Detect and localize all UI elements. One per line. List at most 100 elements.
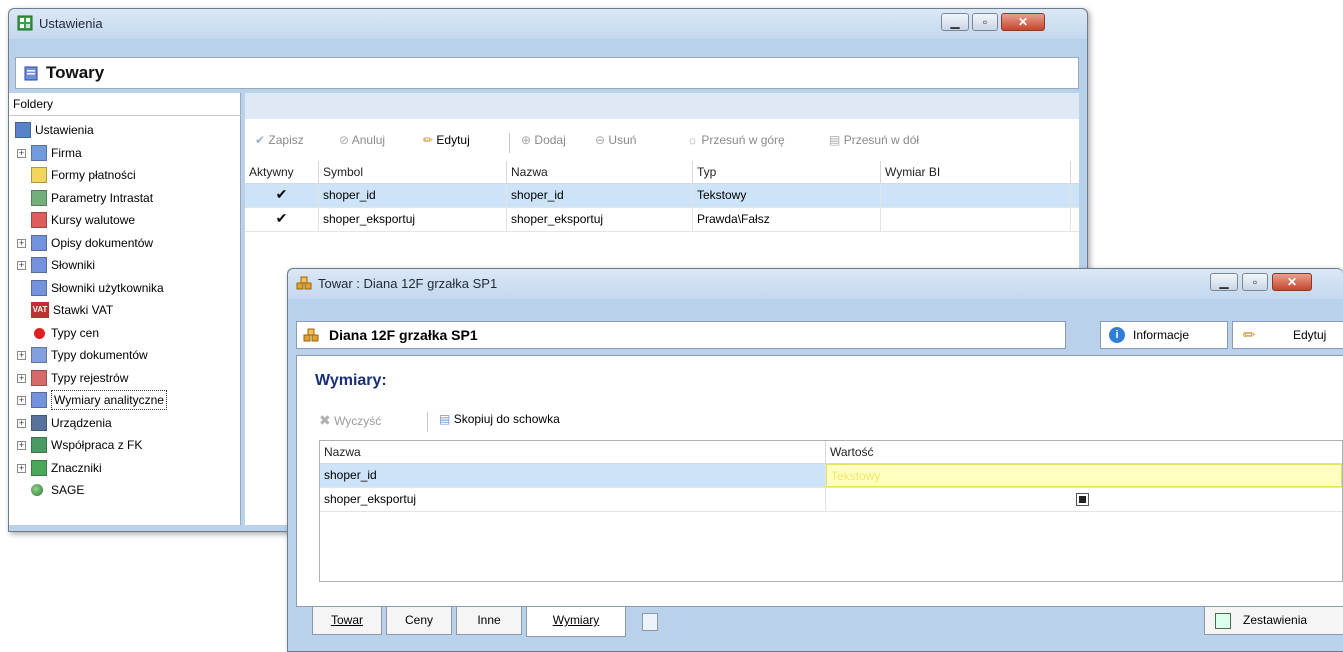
expand-icon[interactable]: +: [17, 373, 26, 383]
maximize-button[interactable]: ▫: [1242, 273, 1268, 291]
bi-cell[interactable]: [881, 184, 1071, 207]
expand-icon[interactable]: +: [17, 238, 26, 248]
expand-icon[interactable]: +: [17, 148, 26, 158]
tab-ceny[interactable]: Ceny: [386, 607, 452, 635]
move-down-icon: ▤: [829, 133, 841, 147]
column-header-name[interactable]: Nazwa: [320, 441, 826, 463]
expand-icon[interactable]: +: [17, 261, 26, 270]
value-cell[interactable]: [826, 488, 1342, 511]
column-header-type[interactable]: Typ: [693, 161, 881, 183]
sage-icon: [31, 484, 43, 496]
tab-inne[interactable]: Inne: [456, 607, 522, 635]
type-cell[interactable]: Prawda\Fałsz: [693, 208, 881, 231]
edit-button[interactable]: ✏ Edytuj: [1232, 321, 1343, 349]
tree-item-ustawienia[interactable]: Ustawienia: [9, 119, 237, 141]
document-icon: [31, 392, 47, 408]
fk-icon: [31, 437, 47, 453]
column-header-active[interactable]: Aktywny: [245, 161, 319, 183]
tree-item-opisy-dokumentów[interactable]: + Opisy dokumentów: [9, 232, 237, 254]
minimize-button[interactable]: ▁: [1210, 273, 1238, 291]
column-header-bi[interactable]: Wymiar BI: [881, 161, 1071, 183]
tree-item-słowniki[interactable]: + Słowniki: [9, 254, 237, 276]
value-cell[interactable]: Tekstowy: [826, 464, 1342, 487]
tree-item-wymiary-analityczne[interactable]: + Wymiary analityczne: [9, 389, 237, 411]
tags-icon: [31, 459, 47, 476]
tree-item-parametry-intrastat[interactable]: Parametry Intrastat: [9, 187, 237, 209]
expand-icon[interactable]: +: [17, 441, 26, 450]
column-header-symbol[interactable]: Symbol: [319, 161, 507, 183]
settings-titlebar[interactable]: Ustawienia ▁ ▫ ✕: [9, 9, 1087, 39]
table-row[interactable]: ✔ shoper_eksportuj shoper_eksportuj Praw…: [245, 208, 1079, 232]
active-checkbox[interactable]: ✔: [275, 187, 288, 202]
product-boxes-icon: [303, 328, 319, 342]
tree-item-kursy-walutowe[interactable]: Kursy walutowe: [9, 209, 237, 231]
name-cell[interactable]: shoper_id: [320, 464, 826, 487]
notes-icon[interactable]: [642, 613, 658, 631]
column-header-name[interactable]: Nazwa: [507, 161, 693, 183]
tree-item-label: Znaczniki: [51, 460, 102, 475]
edit-button[interactable]: ✏ Edytuj: [423, 133, 470, 147]
remove-button[interactable]: ⊖ Usuń: [595, 133, 636, 147]
column-header-value[interactable]: Wartość: [826, 441, 1342, 463]
move-down-button[interactable]: ▤ Przesuń w dół: [829, 133, 919, 147]
expand-icon[interactable]: +: [17, 396, 26, 405]
tree-item-współpraca-z-fk[interactable]: + Współpraca z FK: [9, 434, 237, 456]
document-icon: [31, 234, 47, 251]
info-button[interactable]: i Informacje: [1100, 321, 1228, 349]
tree-item-label: SAGE: [51, 483, 85, 497]
table-row[interactable]: ✔ shoper_id shoper_id Tekstowy: [245, 184, 1079, 208]
tree-item-słowniki-użytkownika[interactable]: Słowniki użytkownika: [9, 277, 237, 299]
active-cell[interactable]: ✔: [245, 208, 319, 231]
cancel-button[interactable]: ⊘ Anuluj: [339, 133, 385, 147]
active-cell[interactable]: ✔: [245, 184, 319, 207]
tab-strip: Towar Ceny Inne Wymiary Zestawienia: [296, 607, 1343, 647]
expand-icon[interactable]: +: [17, 463, 26, 473]
save-button[interactable]: ✔ Zapisz: [255, 133, 304, 147]
product-window-title: Towar : Diana 12F grzałka SP1: [318, 276, 498, 291]
copy-button[interactable]: ▤ Skopiuj do schowka: [439, 412, 560, 426]
active-checkbox[interactable]: ✔: [275, 211, 288, 226]
value-checkbox[interactable]: [1076, 493, 1089, 506]
table-row[interactable]: shoper_eksportuj: [320, 488, 1342, 512]
bi-cell[interactable]: [881, 208, 1071, 231]
toolbar-divider: [509, 133, 510, 153]
tree-item-urządzenia[interactable]: + Urządzenia: [9, 412, 237, 434]
tree-item-formy-płatności[interactable]: Formy płatności: [9, 164, 237, 186]
expand-icon[interactable]: +: [17, 351, 26, 360]
tree-item-typy-rejestrów[interactable]: + Typy rejestrów: [9, 367, 237, 389]
tab-towar[interactable]: Towar: [312, 607, 382, 635]
type-cell[interactable]: Tekstowy: [693, 184, 881, 207]
move-up-button[interactable]: ☼ Przesuń w górę: [687, 133, 785, 147]
pencil-icon: ✏: [423, 133, 434, 147]
expand-icon[interactable]: +: [17, 418, 26, 428]
table-row[interactable]: shoper_id Tekstowy: [320, 464, 1342, 488]
product-titlebar[interactable]: Towar : Diana 12F grzałka SP1 ▁ ▫ ✕: [288, 269, 1343, 299]
name-cell[interactable]: shoper_eksportuj: [320, 488, 826, 511]
tree-item-typy-cen[interactable]: Typy cen: [9, 322, 237, 344]
add-button[interactable]: ⊕ Dodaj: [521, 133, 566, 147]
reports-label: Zestawienia: [1243, 613, 1308, 627]
tab-wymiary[interactable]: Wymiary: [526, 607, 626, 637]
tree-item-stawki-vat[interactable]: VAT Stawki VAT: [9, 299, 237, 321]
tree-item-label: Współpraca z FK: [51, 438, 143, 452]
tree-item-znaczniki[interactable]: + Znaczniki: [9, 457, 237, 479]
tree-item-sage[interactable]: SAGE: [9, 479, 237, 501]
symbol-cell[interactable]: shoper_id: [319, 184, 507, 207]
tree-item-firma[interactable]: + Firma: [9, 142, 237, 164]
symbol-cell[interactable]: shoper_eksportuj: [319, 208, 507, 231]
name-cell[interactable]: shoper_eksportuj: [507, 208, 693, 231]
tree-item-typy-dokumentów[interactable]: + Typy dokumentów: [9, 344, 237, 366]
product-name-field[interactable]: Diana 12F grzałka SP1: [296, 321, 1066, 349]
minimize-button[interactable]: ▁: [941, 13, 969, 31]
toolbar-divider: [427, 412, 428, 432]
clear-button[interactable]: ✖ Wyczyść: [319, 412, 381, 429]
wrench-settings-icon: [15, 122, 31, 138]
minus-circle-icon: ⊖: [595, 133, 606, 147]
reports-button[interactable]: Zestawienia: [1204, 607, 1343, 635]
close-button[interactable]: ✕: [1001, 13, 1045, 31]
name-cell[interactable]: shoper_id: [507, 184, 693, 207]
close-button[interactable]: ✕: [1272, 273, 1312, 291]
info-icon: i: [1109, 327, 1125, 343]
maximize-button[interactable]: ▫: [972, 13, 998, 31]
cancel-label: Anuluj: [351, 133, 386, 147]
